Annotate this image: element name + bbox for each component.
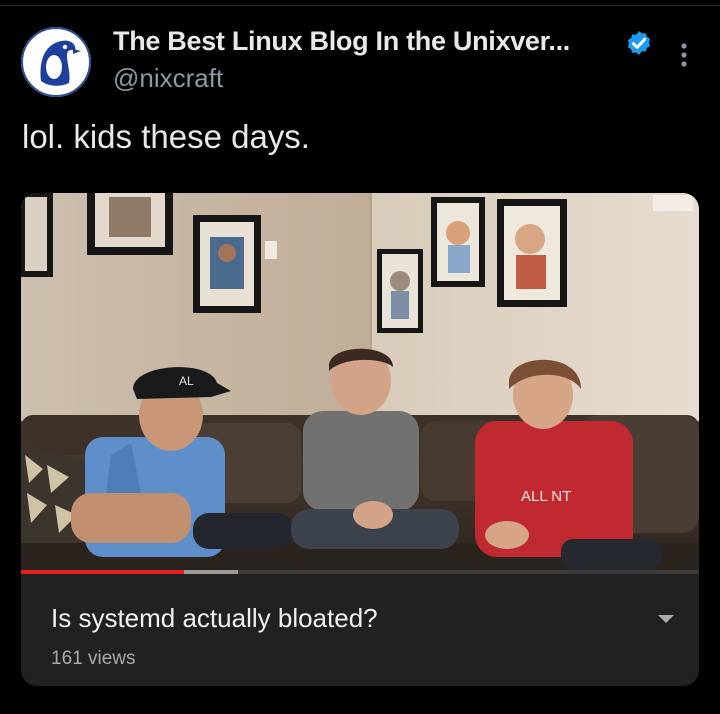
cap-text: AL (179, 374, 194, 388)
user-handle[interactable]: @nixcraft (113, 63, 223, 94)
tweet-text: lol. kids these days. (22, 118, 310, 155)
chevron-down-icon[interactable] (655, 612, 677, 626)
video-progress-bar[interactable] (21, 570, 699, 574)
video-thumbnail[interactable]: AL ALL NT (21, 193, 699, 573)
more-vertical-icon[interactable] (672, 38, 696, 72)
video-buffer-bar (183, 570, 238, 574)
video-card[interactable]: AL ALL NT Is systemd actually bloated? 1… (21, 193, 699, 686)
view-count: 161 views (51, 648, 136, 669)
video-progress-fill (21, 570, 184, 574)
top-divider (0, 5, 720, 6)
shirt-text: ALL NT (521, 488, 571, 505)
display-name[interactable]: The Best Linux Blog In the Unixver... (113, 26, 570, 57)
penguin-avatar-icon (21, 27, 91, 97)
verified-badge-icon (627, 31, 651, 55)
avatar[interactable] (21, 27, 91, 97)
video-title[interactable]: Is systemd actually bloated? (51, 603, 378, 634)
